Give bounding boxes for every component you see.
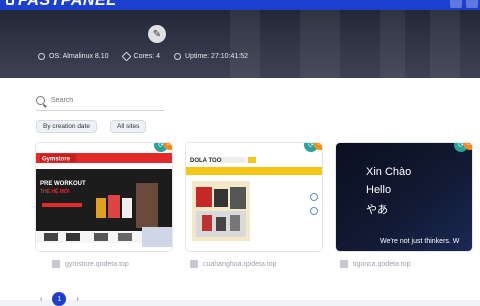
site-icon xyxy=(340,260,348,268)
scope-label: All sites xyxy=(117,123,140,130)
server-header: FASTPANEL ✎ OS: Almalinux 8.10 Cores: 4 … xyxy=(0,0,480,78)
banner-headline: PRE WORKOUT xyxy=(40,181,86,187)
scroll-icon[interactable] xyxy=(310,207,318,215)
search-box[interactable] xyxy=(36,91,164,111)
cpu-icon xyxy=(121,51,131,62)
uptime-text: Uptime: 27:10:41:52 xyxy=(185,53,249,60)
scroll-icon[interactable] xyxy=(310,193,318,201)
banner-sub: THẾ HỆ MỚI xyxy=(40,187,70,195)
hero-line1: Xin Chào xyxy=(366,166,411,178)
app-logo[interactable]: FASTPANEL xyxy=(6,0,117,9)
sort-label: By creation date xyxy=(43,123,90,130)
site-card[interactable]: Xin Chào Hello やあ We're not just thinker… xyxy=(336,143,472,251)
clock-icon xyxy=(174,53,181,60)
site-name[interactable]: tigonca.qodeta.top xyxy=(340,260,411,268)
cores-text: Cores: 4 xyxy=(133,53,160,60)
menu-icon[interactable] xyxy=(450,0,462,8)
hero-line3: やあ xyxy=(366,203,388,216)
page-current[interactable]: 1 xyxy=(52,292,67,306)
site-name[interactable]: cuahanghoa.qodeta.top xyxy=(190,260,277,268)
server-info: OS: Almalinux 8.10 Cores: 4 Uptime: 27:1… xyxy=(38,51,249,62)
logo-icon xyxy=(6,0,14,5)
pagination: ‹ 1 › xyxy=(40,292,79,306)
next-page-icon[interactable]: › xyxy=(76,296,78,303)
site-screenshot: Gymstore PRE WORKOUT THẾ HỆ MỚI xyxy=(36,143,172,251)
prev-page-icon[interactable]: ‹ xyxy=(40,296,42,303)
search-input[interactable] xyxy=(51,97,151,104)
search-icon xyxy=(36,96,45,105)
user-icon[interactable] xyxy=(466,0,478,8)
site-name-text: cuahanghoa.qodeta.top xyxy=(203,260,277,268)
os-icon xyxy=(38,53,45,60)
os-text: OS: Almalinux 8.10 xyxy=(49,53,109,60)
site-screenshot: Xin Chào Hello やあ We're not just thinker… xyxy=(336,143,472,251)
logo-text: FASTPANEL xyxy=(18,0,117,9)
site-icon xyxy=(52,260,60,268)
hero-line2: Hello xyxy=(366,184,391,196)
dolatool-brand: DOLA TOOL xyxy=(190,158,225,164)
site-icon xyxy=(190,260,198,268)
pencil-icon: ✎ xyxy=(152,28,162,40)
site-card[interactable]: DOLA TOOL ⟳ ❐ xyxy=(186,143,322,251)
edit-server-button[interactable]: ✎ xyxy=(148,25,166,43)
site-screenshot: DOLA TOOL xyxy=(186,143,322,251)
gymstore-brand: Gymstore xyxy=(42,157,71,163)
site-name-text: tigonca.qodeta.top xyxy=(353,260,411,268)
site-card[interactable]: Gymstore PRE WORKOUT THẾ HỆ MỚI ⟳ ❐ xyxy=(36,143,172,251)
sort-select[interactable]: By creation date xyxy=(36,120,97,133)
hero-tagline: We're not just thinkers. W xyxy=(380,238,460,245)
site-name[interactable]: gymstore.qodeta.top xyxy=(52,260,129,268)
scope-select[interactable]: All sites xyxy=(110,120,147,133)
site-name-text: gymstore.qodeta.top xyxy=(65,260,129,268)
